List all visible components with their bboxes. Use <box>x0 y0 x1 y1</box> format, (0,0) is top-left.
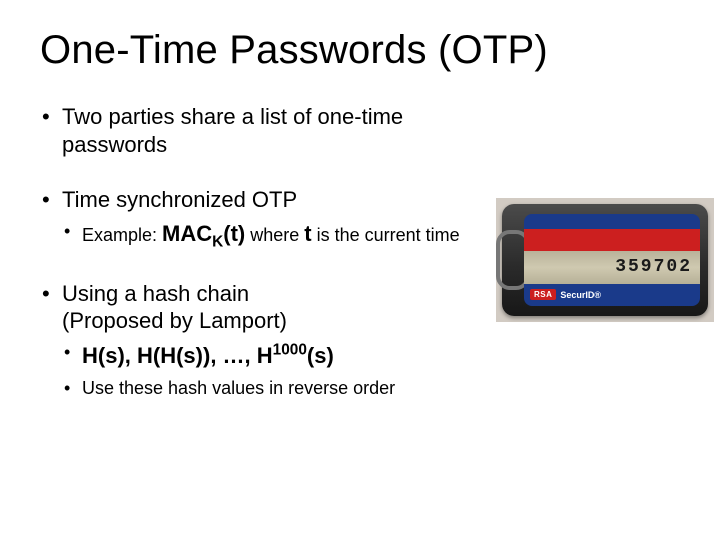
slide-title: One-Time Passwords (OTP) <box>40 28 680 73</box>
slide: One-Time Passwords (OTP) Two parties sha… <box>0 0 720 540</box>
bullet-list: Two parties share a list of one-time pas… <box>40 103 470 400</box>
hc-a: H(s), H(H(s)), …, H <box>82 343 273 368</box>
mac-a: MAC <box>162 221 212 246</box>
bullet-3-sub2: Use these hash values in reverse order <box>62 377 470 400</box>
bullet-3: Using a hash chain (Proposed by Lamport)… <box>40 280 470 400</box>
bullet-3-sublist: H(s), H(H(s)), …, H1000(s) Use these has… <box>62 341 470 400</box>
hc-sup: 1000 <box>273 342 307 359</box>
bullet-2-sub: Example: MACK(t) where t is the current … <box>62 220 470 252</box>
b2s-mid: where <box>245 225 304 245</box>
b2s-suffix: is the current time <box>312 225 460 245</box>
bullet-3a: Using a hash chain <box>62 281 249 306</box>
b2s-t: t <box>304 221 311 246</box>
bullet-2: Time synchronized OTP Example: MACK(t) w… <box>40 186 470 252</box>
bullet-2-text: Time synchronized OTP <box>62 187 297 212</box>
mac-b: (t) <box>223 221 245 246</box>
bullet-2-sublist: Example: MACK(t) where t is the current … <box>62 220 470 252</box>
bullet-1: Two parties share a list of one-time pas… <box>40 103 470 158</box>
mac-sub: K <box>212 233 223 250</box>
token-digits: 359702 <box>615 257 692 277</box>
token-label-bar: RSA SecurID® <box>524 284 700 306</box>
hc-b: (s) <box>307 343 334 368</box>
rsa-badge: RSA <box>530 289 556 300</box>
securid-token-image: 359702 RSA SecurID® <box>496 198 714 322</box>
token-face: 359702 RSA SecurID® <box>524 214 700 306</box>
bullet-3-sub2-text: Use these hash values in reverse order <box>82 378 395 398</box>
bullet-3b: (Proposed by Lamport) <box>62 308 287 333</box>
token-lcd: 359702 <box>524 251 700 284</box>
bullet-1-text: Two parties share a list of one-time pas… <box>62 104 403 157</box>
b2s-prefix: Example: <box>82 225 162 245</box>
token-body: 359702 RSA SecurID® <box>502 204 708 316</box>
bullet-3-sub1: H(s), H(H(s)), …, H1000(s) <box>62 341 470 371</box>
stripe-blue-top <box>524 214 700 229</box>
stripe-red <box>524 229 700 251</box>
securid-label: SecurID® <box>560 290 601 300</box>
